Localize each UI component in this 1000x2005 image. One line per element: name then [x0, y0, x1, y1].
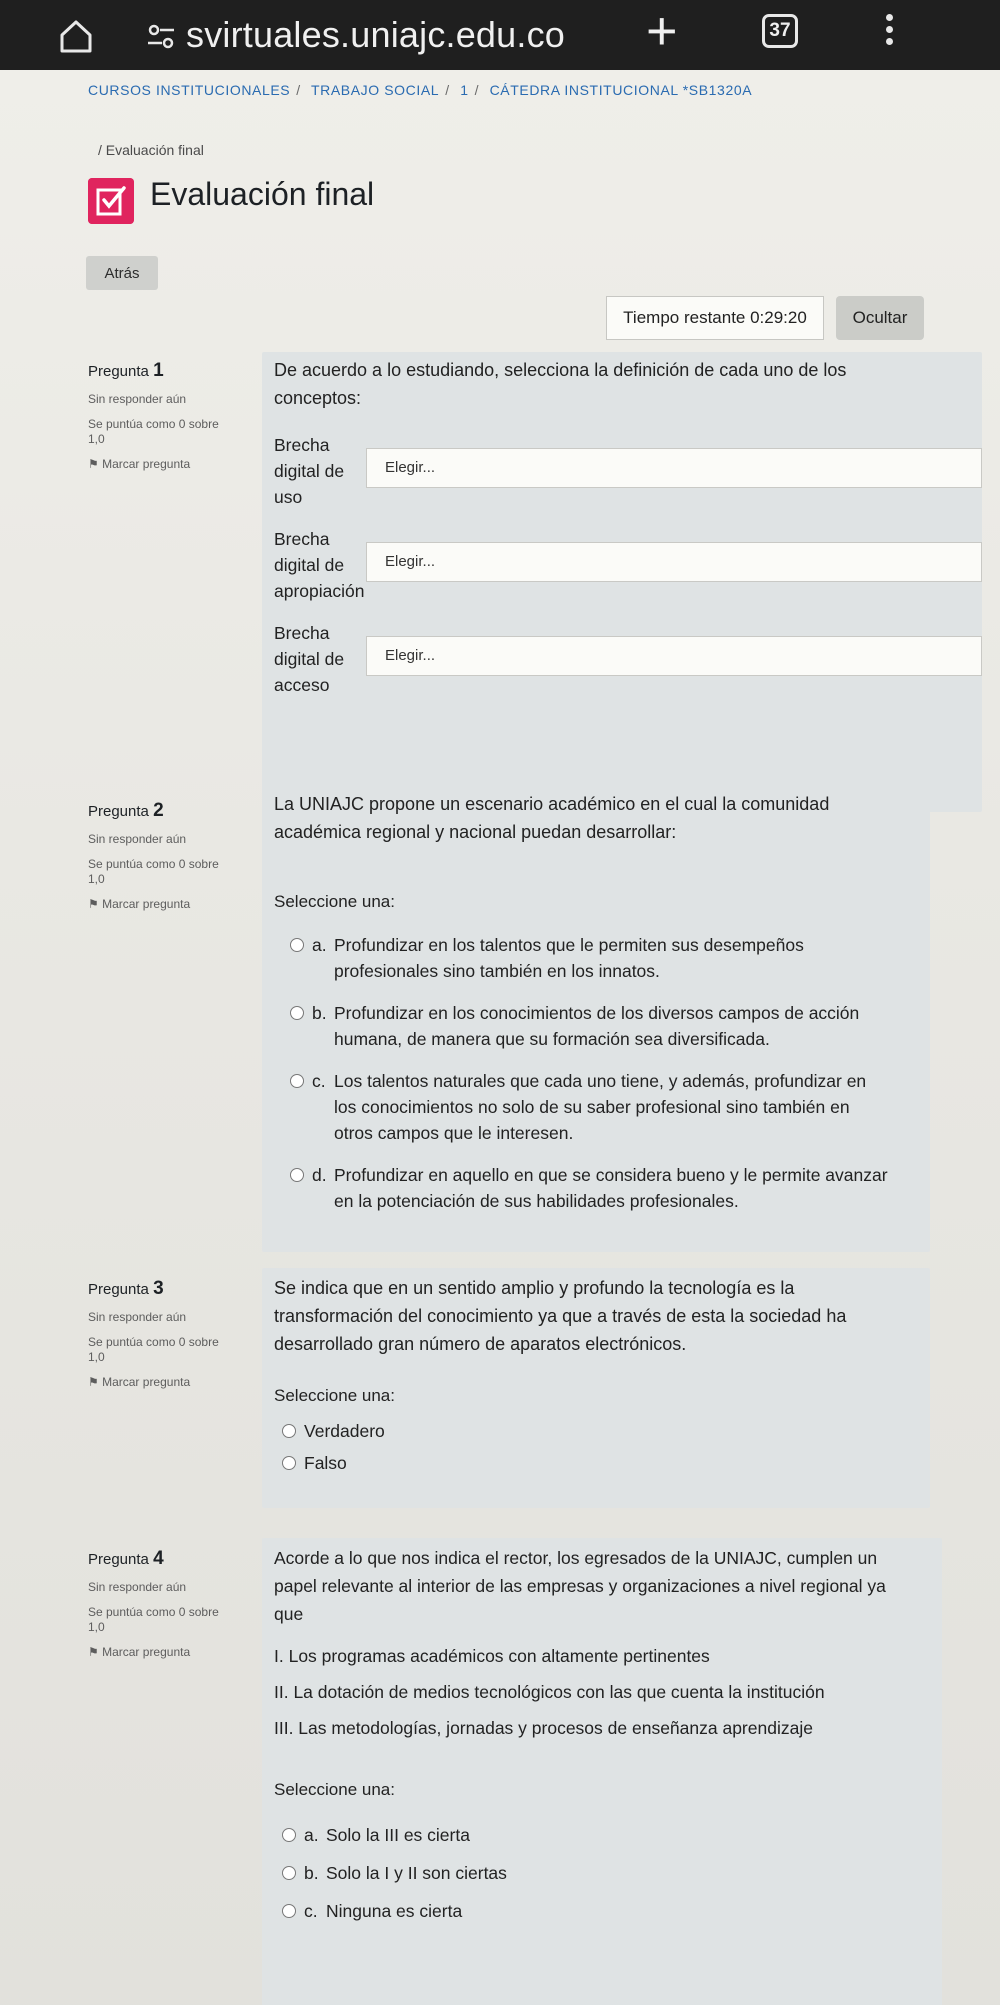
flag-icon: ⚑	[88, 1645, 103, 1659]
question-info: Pregunta 3 Sin responder aún Se puntúa c…	[88, 1278, 238, 1390]
question-info: Pregunta 1 Sin responder aún Se puntúa c…	[88, 360, 238, 472]
more-menu-icon[interactable]	[884, 10, 894, 58]
question-score: Se puntúa como 0 sobre 1,0	[88, 417, 219, 446]
address-bar[interactable]: svirtuales.uniajc.edu.co	[186, 14, 565, 56]
quiz-icon	[88, 178, 134, 224]
question-status: Sin responder aún	[88, 1580, 187, 1594]
flag-question-link[interactable]: ⚑ Marcar pregunta	[88, 457, 238, 472]
select-one-label: Seleccione una:	[274, 892, 395, 911]
quiz-page: CURSOS INSTITUCIONALES / TRABAJO SOCIAL / …	[0, 70, 1000, 2005]
question-text: Se indica que en un sentido amplio y pro…	[274, 1278, 847, 1354]
statement: I. Los programas académicos con altament…	[274, 1646, 710, 1666]
radio-button[interactable]	[290, 1168, 304, 1182]
statement: III. Las metodologías, jornadas y proces…	[274, 1718, 813, 1738]
breadcrumb-item[interactable]: 1	[460, 82, 468, 98]
flag-question-link[interactable]: ⚑ Marcar pregunta	[88, 1645, 238, 1660]
statement-list: I. Los programas académicos con altament…	[274, 1638, 825, 1746]
question-score: Se puntúa como 0 sobre 1,0	[88, 857, 219, 886]
radio-button[interactable]	[282, 1828, 296, 1842]
page-title: Evaluación final	[150, 176, 375, 212]
flag-icon: ⚑	[88, 897, 103, 911]
question-score: Se puntúa como 0 sobre 1,0	[88, 1605, 219, 1634]
select-one-label: Seleccione una:	[274, 1780, 395, 1799]
radio-button[interactable]	[282, 1456, 296, 1470]
home-icon[interactable]	[58, 18, 94, 54]
question-3-content: Se indica que en un sentido amplio y pro…	[262, 1268, 930, 1508]
answer-option[interactable]: c. Los talentos naturales que cada uno t…	[290, 1068, 910, 1146]
radio-button[interactable]	[290, 938, 304, 952]
breadcrumb-current[interactable]: / Evaluación final	[98, 142, 204, 158]
answer-option-true[interactable]: Verdadero	[282, 1418, 385, 1444]
answer-option[interactable]: b. Solo la I y II son ciertas	[282, 1860, 507, 1886]
browser-toolbar: svirtuales.uniajc.edu.co + 37	[0, 0, 1000, 70]
match-concept: Brecha digital de acceso	[274, 623, 345, 695]
breadcrumb-item[interactable]: TRABAJO SOCIAL	[311, 82, 439, 98]
back-button[interactable]: Atrás	[86, 256, 158, 290]
site-settings-icon[interactable]	[146, 24, 176, 50]
question-text: De acuerdo a lo estudiando, selecciona l…	[274, 360, 847, 408]
answer-option[interactable]: a. Profundizar en los talentos que le pe…	[290, 932, 910, 984]
flag-question-link[interactable]: ⚑ Marcar pregunta	[88, 1375, 238, 1390]
tab-count-button[interactable]: 37	[762, 14, 798, 48]
question-score: Se puntúa como 0 sobre 1,0	[88, 1335, 219, 1364]
breadcrumb-item[interactable]: CÁTEDRA INSTITUCIONAL *SB1320A	[490, 82, 753, 98]
radio-button[interactable]	[290, 1074, 304, 1088]
answer-option[interactable]: b. Profundizar en los conocimientos de l…	[290, 1000, 910, 1052]
time-remaining: Tiempo restante 0:29:20	[606, 296, 824, 340]
match-select[interactable]: Elegir...	[366, 636, 982, 676]
match-concept: Brecha digital de apropiación	[274, 529, 365, 601]
question-text: Acorde a lo que nos indica el rector, lo…	[274, 1548, 886, 1624]
new-tab-icon[interactable]: +	[646, 4, 678, 58]
question-info: Pregunta 4 Sin responder aún Se puntúa c…	[88, 1548, 238, 1660]
question-status: Sin responder aún	[88, 1310, 187, 1324]
question-1-content: De acuerdo a lo estudiando, selecciona l…	[262, 352, 982, 812]
select-one-label: Seleccione una:	[274, 1386, 395, 1405]
flag-question-link[interactable]: ⚑ Marcar pregunta	[88, 897, 238, 912]
radio-button[interactable]	[282, 1866, 296, 1880]
question-4-content: Acorde a lo que nos indica el rector, lo…	[262, 1538, 942, 2005]
answer-option[interactable]: a. Solo la III es cierta	[282, 1822, 470, 1848]
answer-option[interactable]: c. Ninguna es cierta	[282, 1898, 462, 1924]
match-select[interactable]: Elegir...	[366, 542, 982, 582]
match-concept: Brecha digital de uso	[274, 435, 345, 507]
radio-button[interactable]	[282, 1904, 296, 1918]
answer-option-false[interactable]: Falso	[282, 1450, 347, 1476]
question-status: Sin responder aún	[88, 832, 187, 846]
answer-option[interactable]: d. Profundizar en aquello en que se cons…	[290, 1162, 930, 1214]
question-info: Pregunta 2 Sin responder aún Se puntúa c…	[88, 800, 238, 912]
flag-icon: ⚑	[88, 457, 103, 471]
question-text: La UNIAJC propone un escenario académico…	[274, 794, 830, 842]
statement: II. La dotación de medios tecnológicos c…	[274, 1682, 825, 1702]
question-2-content: La UNIAJC propone un escenario académico…	[262, 782, 930, 1252]
radio-button[interactable]	[290, 1006, 304, 1020]
match-select[interactable]: Elegir...	[366, 448, 982, 488]
breadcrumb: CURSOS INSTITUCIONALES / TRABAJO SOCIAL / …	[88, 82, 753, 98]
hide-timer-button[interactable]: Ocultar	[836, 296, 924, 340]
radio-button[interactable]	[282, 1424, 296, 1438]
question-status: Sin responder aún	[88, 392, 187, 406]
flag-icon: ⚑	[88, 1375, 103, 1389]
breadcrumb-item[interactable]: CURSOS INSTITUCIONALES	[88, 82, 290, 98]
